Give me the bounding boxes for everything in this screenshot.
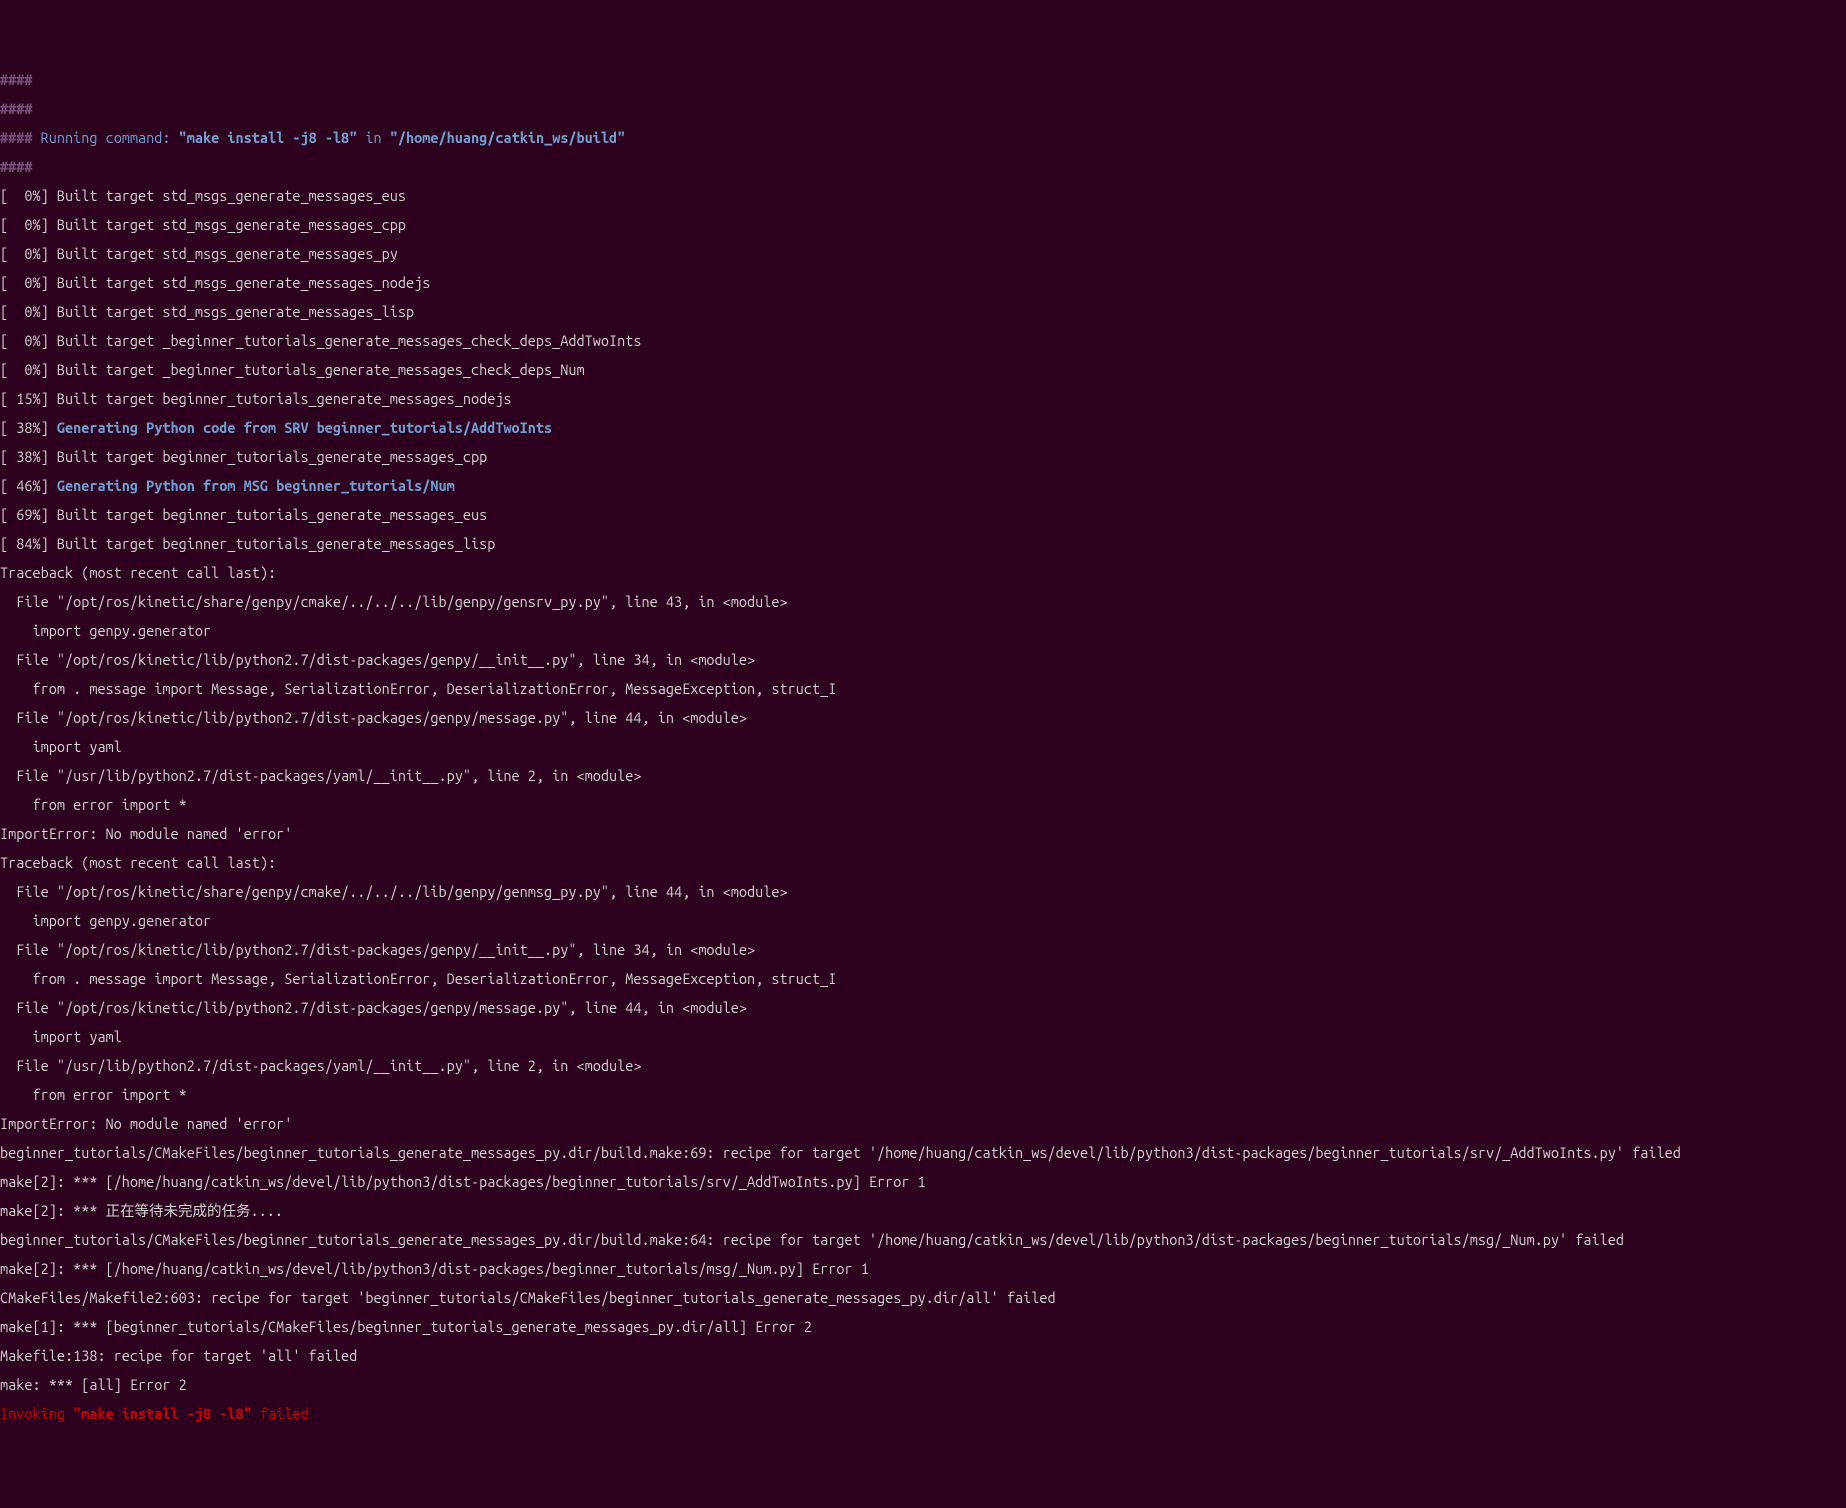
build-target-line: [ 15%] Built target beginner_tutorials_g…: [0, 392, 1846, 407]
running-command-line: #### Running command: "make install -j8 …: [0, 131, 1846, 146]
make-error-line: Makefile:138: recipe for target 'all' fa…: [0, 1349, 1846, 1364]
traceback-line: File "/usr/lib/python2.7/dist-packages/y…: [0, 769, 1846, 784]
failed-label: failed: [252, 1405, 309, 1422]
traceback-line: import genpy.generator: [0, 624, 1846, 639]
traceback-line: import yaml: [0, 1030, 1846, 1045]
running-path: "/home/huang/catkin_ws/build": [390, 129, 625, 146]
pct-prefix: [ 38%]: [0, 419, 57, 436]
build-target-line: [ 0%] Built target _beginner_tutorials_g…: [0, 334, 1846, 349]
invoking-cmd: "make install -j8 -l8": [73, 1405, 252, 1422]
running-in: in: [365, 129, 381, 146]
hash-prefix: ####: [0, 129, 41, 146]
make-error-line: CMakeFiles/Makefile2:603: recipe for tar…: [0, 1291, 1846, 1306]
make-error-line: make[1]: *** [beginner_tutorials/CMakeFi…: [0, 1320, 1846, 1335]
invoking-label: Invoking: [0, 1405, 73, 1422]
traceback-line: Traceback (most recent call last):: [0, 566, 1846, 581]
build-target-line: [ 69%] Built target beginner_tutorials_g…: [0, 508, 1846, 523]
build-target-line: [ 0%] Built target std_msgs_generate_mes…: [0, 247, 1846, 262]
generating-line: [ 38%] Generating Python code from SRV b…: [0, 421, 1846, 436]
build-target-line: [ 0%] Built target std_msgs_generate_mes…: [0, 218, 1846, 233]
traceback-line: File "/opt/ros/kinetic/share/genpy/cmake…: [0, 885, 1846, 900]
traceback-line: File "/opt/ros/kinetic/lib/python2.7/dis…: [0, 1001, 1846, 1016]
make-error-line: make[2]: *** [/home/huang/catkin_ws/deve…: [0, 1175, 1846, 1190]
invoking-failed-line: Invoking "make install -j8 -l8" failed: [0, 1407, 1846, 1422]
make-error-line: make[2]: *** [/home/huang/catkin_ws/deve…: [0, 1262, 1846, 1277]
traceback-line: File "/opt/ros/kinetic/lib/python2.7/dis…: [0, 711, 1846, 726]
generating-msg: Generating Python from MSG beginner_tuto…: [57, 477, 455, 494]
traceback-line: Traceback (most recent call last):: [0, 856, 1846, 871]
traceback-line: import yaml: [0, 740, 1846, 755]
build-target-line: [ 84%] Built target beginner_tutorials_g…: [0, 537, 1846, 552]
build-target-line: [ 0%] Built target std_msgs_generate_mes…: [0, 305, 1846, 320]
traceback-line: from . message import Message, Serializa…: [0, 972, 1846, 987]
traceback-line: from error import *: [0, 1088, 1846, 1103]
traceback-line: from . message import Message, Serializa…: [0, 682, 1846, 697]
make-error-line: beginner_tutorials/CMakeFiles/beginner_t…: [0, 1146, 1846, 1161]
traceback-line: File "/opt/ros/kinetic/lib/python2.7/dis…: [0, 653, 1846, 668]
build-target-line: [ 0%] Built target _beginner_tutorials_g…: [0, 363, 1846, 378]
traceback-line: from error import *: [0, 798, 1846, 813]
running-label: Running command:: [41, 129, 171, 146]
traceback-line: File "/opt/ros/kinetic/share/genpy/cmake…: [0, 595, 1846, 610]
generating-msg: Generating Python code from SRV beginner…: [57, 419, 552, 436]
pct-prefix: [ 46%]: [0, 477, 57, 494]
traceback-line: File "/usr/lib/python2.7/dist-packages/y…: [0, 1059, 1846, 1074]
make-error-line: make: *** [all] Error 2: [0, 1378, 1846, 1393]
header-hash: ####: [0, 160, 1846, 175]
import-error-line: ImportError: No module named 'error': [0, 1117, 1846, 1132]
traceback-line: File "/opt/ros/kinetic/lib/python2.7/dis…: [0, 943, 1846, 958]
terminal-output[interactable]: #### #### #### Running command: "make in…: [0, 58, 1846, 1436]
traceback-line: import genpy.generator: [0, 914, 1846, 929]
build-target-line: [ 0%] Built target std_msgs_generate_mes…: [0, 189, 1846, 204]
build-target-line: [ 0%] Built target std_msgs_generate_mes…: [0, 276, 1846, 291]
generating-line: [ 46%] Generating Python from MSG beginn…: [0, 479, 1846, 494]
make-error-line: make[2]: *** 正在等待未完成的任务....: [0, 1204, 1846, 1219]
make-error-line: beginner_tutorials/CMakeFiles/beginner_t…: [0, 1233, 1846, 1248]
running-cmd: "make install -j8 -l8": [179, 129, 358, 146]
build-target-line: [ 38%] Built target beginner_tutorials_g…: [0, 450, 1846, 465]
header-hash: ####: [0, 73, 1846, 88]
import-error-line: ImportError: No module named 'error': [0, 827, 1846, 842]
header-hash: ####: [0, 102, 1846, 117]
